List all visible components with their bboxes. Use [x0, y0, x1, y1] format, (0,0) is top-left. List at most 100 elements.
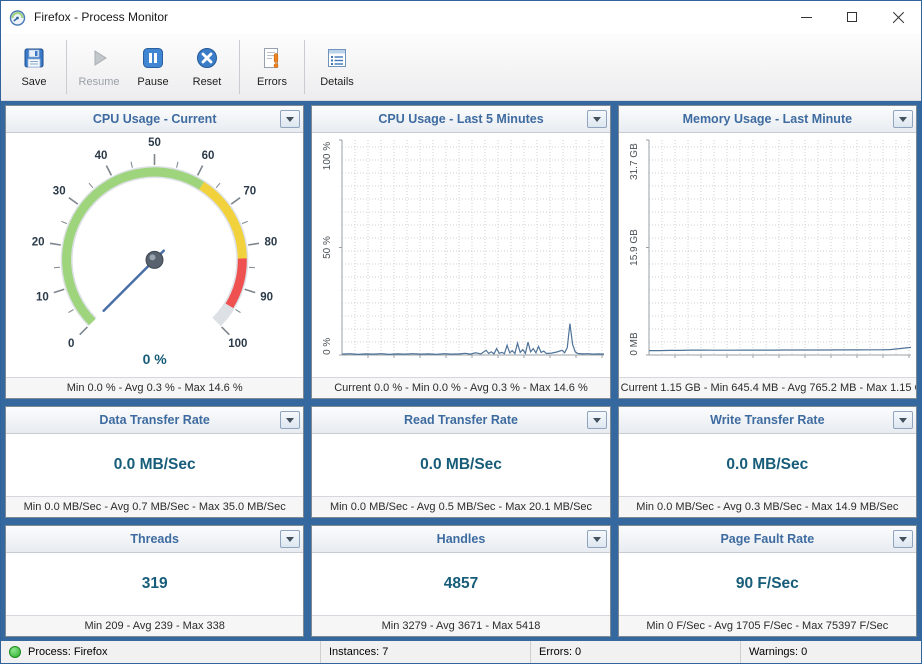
svg-text:70: 70 — [243, 186, 256, 198]
details-icon — [325, 46, 349, 73]
reset-icon — [195, 46, 219, 73]
panel-menu-button[interactable] — [280, 411, 300, 429]
panel-title: Page Fault Rate — [720, 532, 814, 546]
svg-text:0 MB: 0 MB — [629, 332, 640, 356]
stats-text: Min 0 F/Sec - Avg 1705 F/Sec - Max 75397… — [644, 620, 890, 632]
svg-text:40: 40 — [95, 150, 108, 162]
panel-footer: Min 0.0 MB/Sec - Avg 0.7 MB/Sec - Max 35… — [6, 496, 303, 517]
panel-menu-button[interactable] — [893, 530, 913, 548]
panel-title: CPU Usage - Current — [93, 112, 217, 126]
panel-title: Write Transfer Rate — [710, 413, 824, 427]
errors-button-label: Errors — [257, 76, 287, 88]
svg-text:50: 50 — [148, 137, 161, 149]
pause-button-label: Pause — [137, 76, 168, 88]
resume-icon — [87, 46, 111, 73]
metric-value: 0.0 MB/Sec — [619, 434, 916, 496]
cpu-history-chart: 0 %50 %100 % — [312, 133, 609, 377]
panel-write-transfer-rate: Write Transfer Rate 0.0 MB/Sec Min 0.0 M… — [618, 406, 917, 518]
panel-header: Page Fault Rate — [619, 526, 916, 553]
panel-menu-button[interactable] — [893, 110, 913, 128]
details-button-label: Details — [320, 76, 354, 88]
stats-text: Min 209 - Avg 239 - Max 338 — [82, 620, 226, 632]
svg-text:20: 20 — [32, 236, 45, 248]
panel-cpu-usage-current: CPU Usage - Current 01020304050607080901… — [5, 105, 304, 399]
status-warnings: Warnings: 0 — [741, 641, 921, 663]
svg-text:90: 90 — [260, 291, 273, 303]
chevron-down-icon — [286, 117, 294, 122]
save-icon — [22, 46, 46, 73]
svg-text:60: 60 — [202, 150, 215, 162]
maximize-button[interactable] — [829, 1, 875, 33]
svg-text:80: 80 — [265, 236, 278, 248]
stats-text: Min 0.0 MB/Sec - Avg 0.3 MB/Sec - Max 14… — [634, 501, 900, 513]
stats-text: Min 0.0 % - Avg 0.3 % - Max 14.6 % — [65, 382, 245, 394]
svg-text:100 %: 100 % — [322, 142, 333, 170]
svg-text:15.9 GB: 15.9 GB — [629, 229, 640, 266]
panel-title: Data Transfer Rate — [99, 413, 209, 427]
window-controls — [783, 1, 921, 33]
panel-title: Threads — [130, 532, 179, 546]
panel-header: Write Transfer Rate — [619, 407, 916, 434]
panel-footer: Min 0.0 MB/Sec - Avg 0.3 MB/Sec - Max 14… — [619, 496, 916, 517]
panel-menu-button[interactable] — [280, 530, 300, 548]
dashboard-grid: CPU Usage - Current 01020304050607080901… — [1, 101, 921, 641]
status-process: Process: Firefox — [1, 641, 321, 663]
chevron-down-icon — [899, 418, 907, 423]
panel-data-transfer-rate: Data Transfer Rate 0.0 MB/Sec Min 0.0 MB… — [5, 406, 304, 518]
gauge-current-value: 0 % — [6, 351, 303, 367]
close-icon — [892, 11, 905, 24]
pause-icon — [141, 46, 165, 73]
cpu-gauge-chart: 0102030405060708090100 0 % — [6, 133, 303, 377]
panel-menu-button[interactable] — [587, 110, 607, 128]
titlebar: Firefox - Process Monitor — [1, 1, 921, 33]
chevron-down-icon — [286, 537, 294, 542]
status-ok-icon — [9, 646, 21, 658]
svg-text:50 %: 50 % — [322, 236, 333, 259]
panel-footer: Min 0 F/Sec - Avg 1705 F/Sec - Max 75397… — [619, 615, 916, 636]
panel-footer: Min 209 - Avg 239 - Max 338 — [6, 615, 303, 636]
status-errors-label: Errors: 0 — [539, 646, 581, 658]
panel-page-fault-rate: Page Fault Rate 90 F/Sec Min 0 F/Sec - A… — [618, 525, 917, 637]
window-title: Firefox - Process Monitor — [34, 10, 168, 24]
panel-title: Handles — [437, 532, 486, 546]
metric-value: 90 F/Sec — [619, 553, 916, 615]
minimize-button[interactable] — [783, 1, 829, 33]
panel-header: CPU Usage - Current — [6, 106, 303, 133]
stats-text: Min 3279 - Avg 3671 - Max 5418 — [380, 620, 543, 632]
panel-handles: Handles 4857 Min 3279 - Avg 3671 - Max 5… — [311, 525, 610, 637]
reset-button[interactable]: Reset — [180, 37, 234, 97]
close-button[interactable] — [875, 1, 921, 33]
stats-text: Min 0.0 MB/Sec - Avg 0.7 MB/Sec - Max 35… — [22, 501, 288, 513]
panel-header: Memory Usage - Last Minute — [619, 106, 916, 133]
panel-menu-button[interactable] — [893, 411, 913, 429]
save-button[interactable]: Save — [7, 37, 61, 97]
panel-menu-button[interactable] — [587, 411, 607, 429]
metric-value: 0.0 MB/Sec — [6, 434, 303, 496]
metric-value: 0.0 MB/Sec — [312, 434, 609, 496]
details-button[interactable]: Details — [310, 37, 364, 97]
stats-text: Current 1.15 GB - Min 645.4 MB - Avg 765… — [619, 382, 916, 394]
panel-header: Read Transfer Rate — [312, 407, 609, 434]
panel-header: Data Transfer Rate — [6, 407, 303, 434]
app-window: Firefox - Process Monitor Save — [0, 0, 922, 664]
panel-header: Threads — [6, 526, 303, 553]
panel-footer: Min 3279 - Avg 3671 - Max 5418 — [312, 615, 609, 636]
panel-menu-button[interactable] — [280, 110, 300, 128]
panel-menu-button[interactable] — [587, 530, 607, 548]
svg-text:100: 100 — [228, 338, 247, 350]
panel-footer: Current 0.0 % - Min 0.0 % - Avg 0.3 % - … — [312, 377, 609, 398]
panel-footer: Min 0.0 MB/Sec - Avg 0.5 MB/Sec - Max 20… — [312, 496, 609, 517]
chevron-down-icon — [593, 418, 601, 423]
panel-memory-usage-history: Memory Usage - Last Minute 0 MB15.9 GB31… — [618, 105, 917, 399]
toolbar-separator — [304, 40, 305, 94]
toolbar-separator — [66, 40, 67, 94]
stats-text: Min 0.0 MB/Sec - Avg 0.5 MB/Sec - Max 20… — [328, 501, 594, 513]
pause-button[interactable]: Pause — [126, 37, 180, 97]
status-instances-label: Instances: 7 — [329, 646, 388, 658]
panel-read-transfer-rate: Read Transfer Rate 0.0 MB/Sec Min 0.0 MB… — [311, 406, 610, 518]
resume-button[interactable]: Resume — [72, 37, 126, 97]
toolbar: Save Resume Pause — [1, 33, 921, 101]
chevron-down-icon — [593, 537, 601, 542]
errors-button[interactable]: Errors — [245, 37, 299, 97]
status-process-label: Process: Firefox — [28, 646, 107, 658]
